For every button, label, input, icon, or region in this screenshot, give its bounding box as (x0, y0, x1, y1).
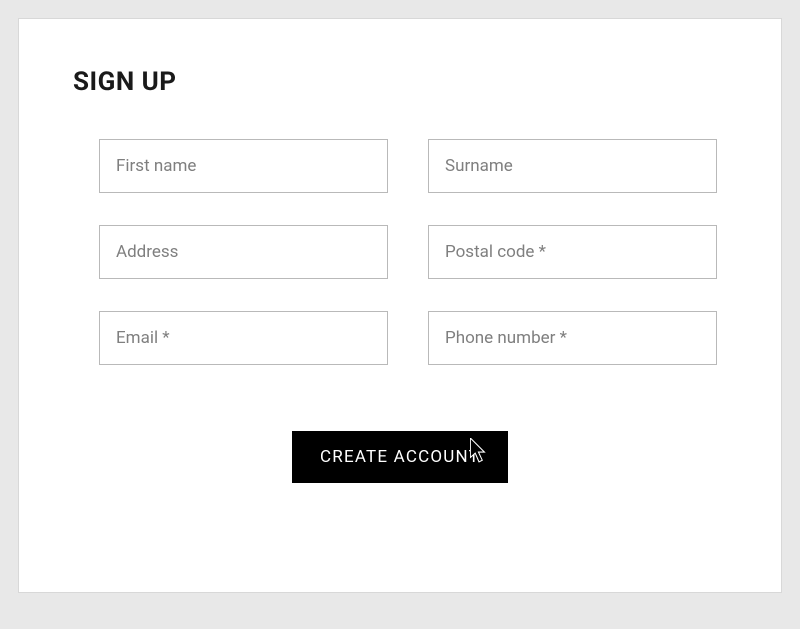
email-field[interactable] (99, 311, 388, 365)
postal-code-field[interactable] (428, 225, 717, 279)
surname-field[interactable] (428, 139, 717, 193)
first-name-field[interactable] (99, 139, 388, 193)
address-field[interactable] (99, 225, 388, 279)
signup-card: SIGN UP CREATE ACCOUNT (18, 18, 782, 593)
page-title: SIGN UP (73, 67, 721, 97)
phone-field[interactable] (428, 311, 717, 365)
create-account-button[interactable]: CREATE ACCOUNT (292, 431, 508, 483)
actions-row: CREATE ACCOUNT (79, 431, 721, 483)
form-grid (79, 139, 721, 365)
